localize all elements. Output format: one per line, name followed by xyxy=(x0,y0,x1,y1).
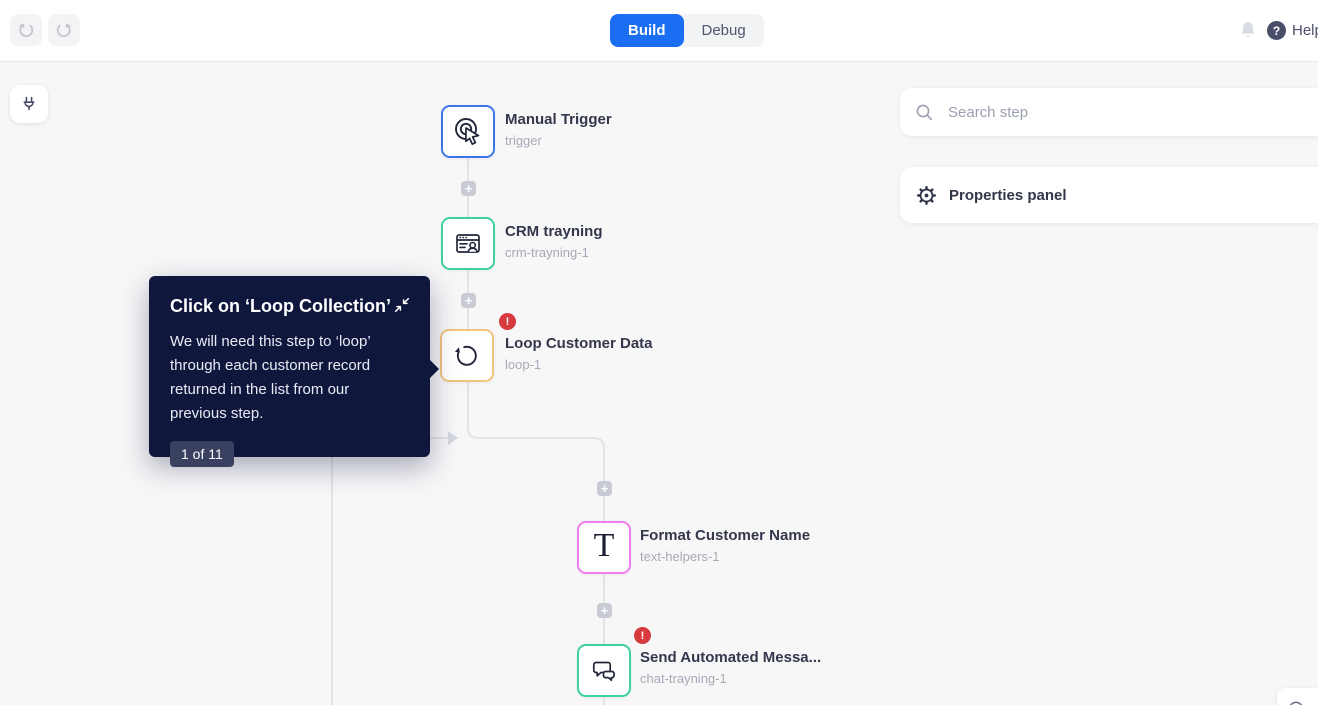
node-subtitle: text-helpers-1 xyxy=(640,549,720,564)
help-label: Help xyxy=(1292,22,1318,39)
node-subtitle: chat-trayning-1 xyxy=(640,671,727,686)
node-label: Format Customer Name text-helpers-1 xyxy=(640,527,810,564)
node-title: Format Customer Name xyxy=(640,527,811,544)
chat-bubbles-icon xyxy=(587,654,621,688)
workflow-canvas[interactable]: Manual Trigger trigger CRM trayning crm-… xyxy=(0,62,1318,705)
node-label: Manual Trigger trigger xyxy=(505,111,612,148)
zoom-out-button[interactable] xyxy=(1287,700,1305,705)
tooltip-title: Click on ‘Loop Collection’ xyxy=(170,296,392,316)
node-manual-trigger[interactable] xyxy=(441,105,495,158)
node-label: Loop Customer Data loop-1 xyxy=(505,335,653,372)
search-icon xyxy=(915,103,934,122)
error-badge: ! xyxy=(499,313,516,330)
node-subtitle: crm-trayning-1 xyxy=(505,245,589,260)
collapse-diagonal-icon[interactable] xyxy=(394,296,412,314)
tab-build[interactable]: Build xyxy=(610,14,684,47)
help-button[interactable]: ? Help xyxy=(1267,21,1318,40)
gear-icon xyxy=(916,185,937,206)
top-bar: Build Debug ? Help xyxy=(0,0,1318,62)
connections-button[interactable] xyxy=(10,85,48,123)
loop-arrow-icon xyxy=(451,340,483,372)
error-badge: ! xyxy=(634,627,651,644)
add-step-button[interactable] xyxy=(461,181,476,196)
properties-panel-title: Properties panel xyxy=(949,186,1067,204)
node-subtitle: trigger xyxy=(505,133,542,148)
node-label: CRM trayning crm-trayning-1 xyxy=(505,223,603,260)
redo-button[interactable] xyxy=(48,14,80,46)
node-title: Send Automated Messa... xyxy=(640,649,822,666)
tab-debug[interactable]: Debug xyxy=(684,14,764,47)
search-step-box xyxy=(900,88,1318,136)
node-send-automated-message[interactable] xyxy=(577,644,631,697)
undo-button[interactable] xyxy=(10,14,42,46)
node-title: CRM trayning xyxy=(505,223,603,240)
search-step-input[interactable] xyxy=(948,103,1268,121)
bell-icon[interactable] xyxy=(1238,20,1258,42)
crm-window-user-icon xyxy=(452,228,484,260)
loop-back-arrowhead xyxy=(448,431,458,445)
node-subtitle: loop-1 xyxy=(505,357,542,372)
node-title: Loop Customer Data xyxy=(505,335,653,352)
node-title: Manual Trigger xyxy=(505,111,612,128)
step-counter-badge: 1 of 11 xyxy=(170,441,234,467)
text-T-icon: T xyxy=(593,526,615,564)
node-label: Send Automated Messa... chat-trayning-1 xyxy=(640,649,821,686)
manual-trigger-icon xyxy=(452,116,484,148)
add-step-button[interactable] xyxy=(597,603,612,618)
node-loop-customer-data[interactable] xyxy=(440,329,494,382)
redo-arrow-icon xyxy=(55,21,73,39)
undo-arrow-icon xyxy=(17,21,35,39)
zoom-controls xyxy=(1277,688,1318,705)
properties-panel-header[interactable]: Properties panel xyxy=(900,167,1318,223)
node-crm-trayning[interactable] xyxy=(441,217,495,270)
circle-minus-icon xyxy=(1287,700,1305,705)
node-format-customer-name[interactable]: T xyxy=(577,521,631,574)
tour-tooltip: Click on ‘Loop Collection’ We will need … xyxy=(149,276,439,467)
add-step-button[interactable] xyxy=(461,293,476,308)
plug-icon xyxy=(19,94,39,114)
add-step-button[interactable] xyxy=(597,481,612,496)
mode-tabs: Build Debug xyxy=(610,14,764,47)
tooltip-body: We will need this step to ‘loop’ through… xyxy=(170,333,371,422)
question-mark-icon: ? xyxy=(1267,21,1286,40)
